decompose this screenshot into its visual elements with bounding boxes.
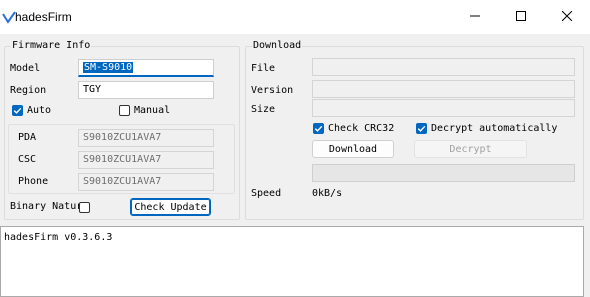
model-input[interactable]: SM-S9010: [78, 59, 214, 77]
check-crc32-label: Check CRC32: [328, 123, 395, 134]
maximize-icon: [516, 10, 526, 24]
decrypt-auto-checkbox[interactable]: [416, 123, 427, 134]
region-label: Region: [10, 85, 47, 96]
csc-value: S9010ZCU1AVA7: [83, 154, 162, 165]
file-label: File: [251, 63, 276, 74]
auto-label: Auto: [27, 105, 52, 116]
region-value: TGY: [83, 84, 102, 95]
title-bar: hadesFirm: [0, 0, 590, 34]
decrypt-auto-label: Decrypt automatically: [431, 123, 558, 134]
binary-nature-checkbox[interactable]: [79, 202, 90, 213]
checkmark-icon: [13, 107, 22, 114]
decrypt-button[interactable]: Decrypt: [414, 140, 527, 158]
maximize-button[interactable]: [498, 0, 544, 34]
pda-value: S9010ZCU1AVA7: [83, 132, 162, 143]
download-button[interactable]: Download: [312, 140, 394, 158]
phone-field: S9010ZCU1AVA7: [78, 173, 214, 191]
window-title: hadesFirm: [15, 10, 72, 24]
log-text: hadesFirm v0.3.6.3: [4, 232, 113, 243]
app-logo-icon: [2, 10, 16, 24]
check-update-button[interactable]: Check Update: [130, 198, 211, 216]
version-field: [312, 80, 575, 98]
auto-checkbox[interactable]: [12, 105, 23, 116]
phone-label: Phone: [18, 176, 49, 187]
file-field: [312, 58, 575, 76]
speed-label: Speed: [251, 188, 282, 199]
binary-nature-label: Binary Nature: [10, 201, 89, 212]
download-title: Download: [252, 40, 303, 52]
speed-value: 0kB/s: [312, 188, 343, 199]
pda-label: PDA: [18, 132, 37, 143]
model-label: Model: [10, 63, 41, 74]
size-label: Size: [251, 104, 276, 115]
checkmark-icon: [314, 125, 323, 132]
minimize-icon: [470, 11, 480, 24]
csc-field: S9010ZCU1AVA7: [78, 151, 214, 169]
firmware-info-title: Firmware Info: [11, 40, 92, 52]
phone-value: S9010ZCU1AVA7: [83, 176, 162, 187]
close-icon: [561, 10, 573, 24]
version-label: Version: [251, 85, 294, 96]
csc-label: CSC: [18, 154, 37, 165]
check-crc32-checkbox[interactable]: [313, 123, 324, 134]
log-textarea[interactable]: hadesFirm v0.3.6.3: [0, 226, 584, 297]
manual-checkbox[interactable]: [119, 105, 130, 116]
model-value: SM-S9010: [83, 62, 134, 73]
download-progress-bar: [312, 164, 575, 182]
size-field: [312, 99, 575, 117]
close-button[interactable]: [544, 0, 590, 34]
region-input[interactable]: TGY: [78, 81, 214, 99]
checkmark-icon: [417, 125, 426, 132]
minimize-button[interactable]: [452, 0, 498, 34]
pda-field: S9010ZCU1AVA7: [78, 129, 214, 147]
manual-label: Manual: [134, 105, 171, 116]
